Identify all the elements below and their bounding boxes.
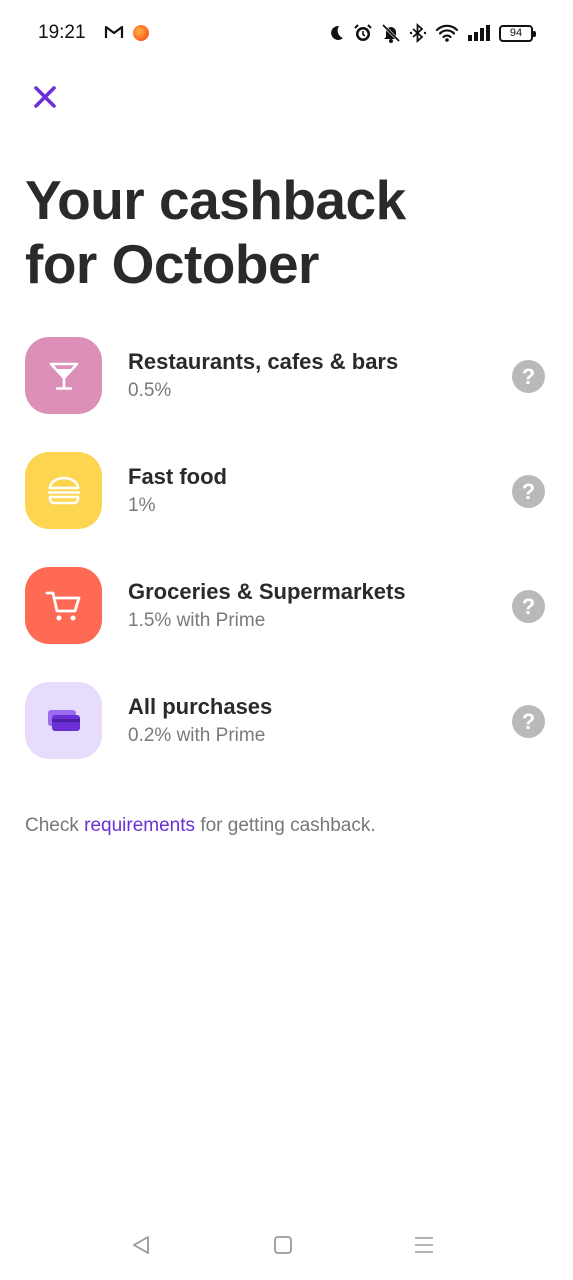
help-button-restaurants[interactable]: ?: [512, 360, 545, 393]
question-icon: ?: [521, 363, 536, 389]
card-icon: [47, 709, 80, 731]
all-purchases-icon-tile: [25, 682, 102, 759]
question-icon: ?: [521, 708, 536, 734]
menu-icon: [415, 1237, 433, 1253]
wifi-icon: [435, 22, 459, 44]
category-text: Fast food 1%: [128, 464, 227, 518]
status-bar: 19:21 94: [0, 0, 573, 66]
groceries-icon-tile: [25, 567, 102, 644]
home-icon: [274, 1236, 292, 1254]
page-title: Your cashback for October: [25, 168, 525, 296]
page-title-line1: Your cashback: [25, 169, 406, 231]
category-name: Groceries & Supermarkets: [128, 579, 406, 604]
close-icon: [34, 86, 56, 108]
cart-icon: [45, 591, 80, 620]
category-rate: 0.2% with Prime: [128, 725, 266, 746]
status-icons: 94: [327, 22, 536, 44]
help-button-groceries[interactable]: ?: [512, 590, 545, 623]
page-title-line2: for October: [25, 233, 319, 295]
restaurants-icon-tile: [25, 337, 102, 414]
alarm-icon: [353, 22, 373, 44]
signal-icon: [467, 22, 491, 44]
category-list: Restaurants, cafes & bars 0.5% ? Fast fo…: [0, 337, 573, 797]
category-name: All purchases: [128, 694, 273, 719]
category-text: Groceries & Supermarkets 1.5% with Prime: [128, 579, 406, 633]
category-item-restaurants: Restaurants, cafes & bars 0.5% ?: [0, 337, 573, 452]
category-name: Restaurants, cafes & bars: [128, 349, 399, 374]
category-item-all-purchases: All purchases 0.2% with Prime ?: [0, 682, 573, 797]
notification-dot-icon: [133, 25, 149, 41]
category-rate: 1.5% with Prime: [128, 610, 266, 631]
category-name: Fast food: [128, 464, 227, 489]
bluetooth-icon: [409, 22, 427, 44]
category-text: All purchases 0.2% with Prime: [128, 694, 272, 748]
requirements-suffix: for getting cashback.: [200, 815, 376, 836]
category-rate: 1%: [128, 495, 156, 516]
battery-icon: 94: [499, 24, 536, 42]
gmail-icon: [104, 24, 124, 45]
bell-off-icon: [381, 22, 401, 44]
help-button-fast-food[interactable]: ?: [512, 475, 545, 508]
fast-food-icon-tile: [25, 452, 102, 529]
back-icon: [133, 1236, 149, 1254]
nav-menu-button[interactable]: [409, 1232, 439, 1258]
question-icon: ?: [521, 478, 536, 504]
requirements-prefix: Check: [25, 815, 79, 836]
cocktail-icon: [49, 362, 78, 390]
category-item-groceries: Groceries & Supermarkets 1.5% with Prime…: [0, 567, 573, 682]
question-icon: ?: [521, 593, 536, 619]
close-button[interactable]: [28, 80, 62, 114]
category-rate: 0.5%: [128, 380, 172, 401]
help-button-all-purchases[interactable]: ?: [512, 705, 545, 738]
system-nav-bar: [0, 1222, 573, 1268]
burger-icon: [47, 476, 80, 504]
requirements-note: Check requirements for getting cashback.: [25, 815, 376, 837]
nav-home-button[interactable]: [268, 1232, 298, 1258]
category-text: Restaurants, cafes & bars 0.5%: [128, 349, 398, 403]
category-item-fast-food: Fast food 1% ?: [0, 452, 573, 567]
moon-icon: [327, 22, 345, 44]
screen: 19:21 94 Your cashback for October Resta…: [0, 0, 573, 1280]
requirements-link[interactable]: requirements: [84, 815, 195, 836]
status-time: 19:21: [38, 22, 86, 43]
nav-back-button[interactable]: [126, 1232, 156, 1258]
